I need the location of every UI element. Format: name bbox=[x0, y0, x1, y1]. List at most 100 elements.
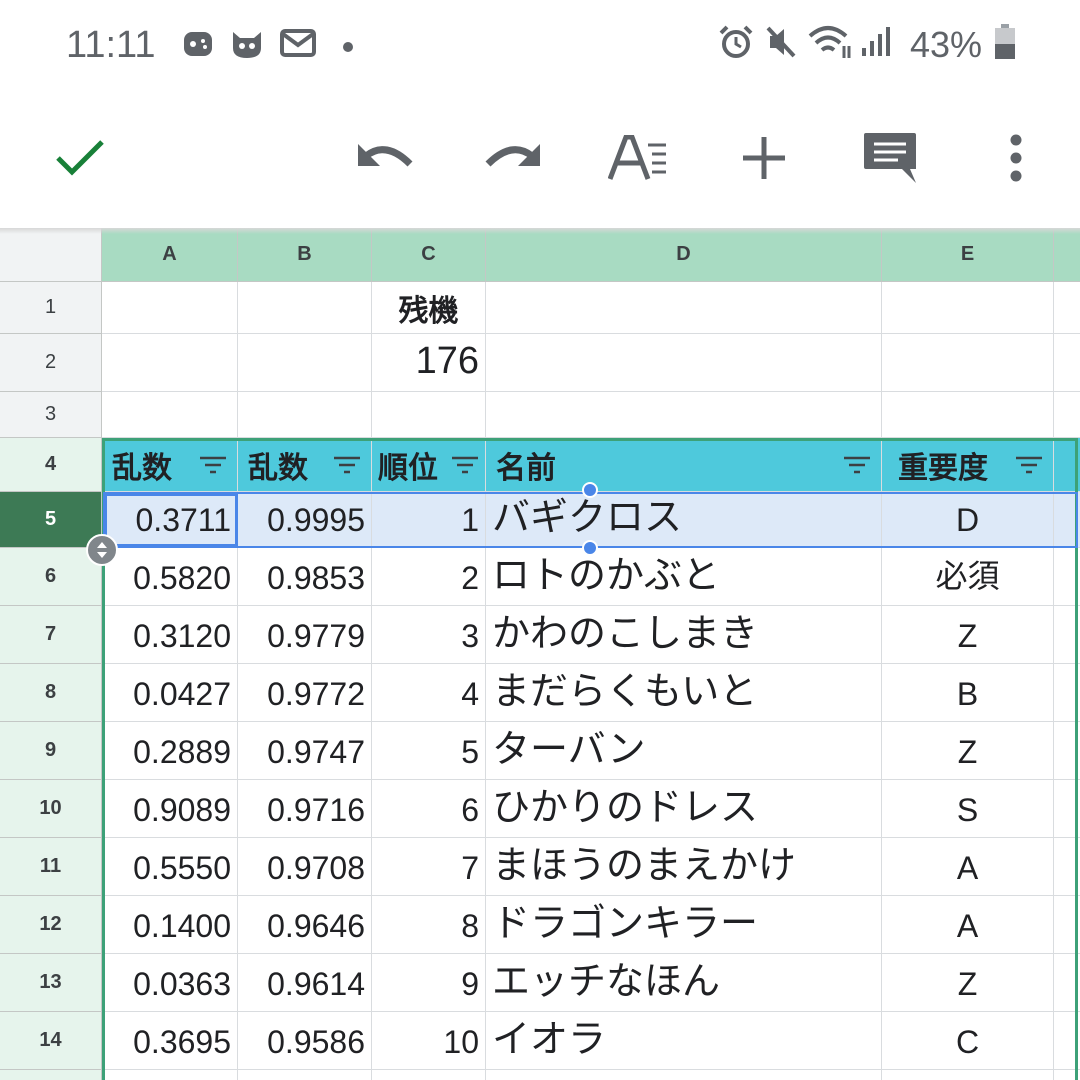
table-cell[interactable]: 9 bbox=[372, 954, 486, 1012]
table-header-cell[interactable]: 名前 bbox=[486, 438, 882, 492]
table-cell[interactable]: C bbox=[882, 1012, 1054, 1070]
table-cell[interactable]: 5 bbox=[372, 722, 486, 780]
cell-d3[interactable] bbox=[486, 392, 882, 438]
table-cell[interactable]: 0.9779 bbox=[238, 606, 372, 664]
table-cell-f[interactable] bbox=[1054, 606, 1080, 664]
cell-b2[interactable] bbox=[238, 334, 372, 392]
cell-f3[interactable] bbox=[1054, 392, 1080, 438]
table-cell-f[interactable] bbox=[1054, 664, 1080, 722]
insert-button[interactable] bbox=[724, 120, 804, 200]
table-cell[interactable]: 2 bbox=[372, 548, 486, 606]
table-cell-partial[interactable] bbox=[882, 1070, 1054, 1080]
cell-a3[interactable] bbox=[102, 392, 238, 438]
column-header-b[interactable]: B bbox=[238, 228, 372, 282]
table-header-cell[interactable]: 重要度 bbox=[882, 438, 1054, 492]
cell-e3[interactable] bbox=[882, 392, 1054, 438]
row-header[interactable]: 1 bbox=[0, 282, 102, 334]
table-cell[interactable]: バギクロス bbox=[486, 492, 882, 548]
cell-b1[interactable] bbox=[238, 282, 372, 334]
cell-c1[interactable]: 残機 bbox=[372, 282, 486, 334]
table-cell-partial[interactable] bbox=[372, 1070, 486, 1080]
table-cell-f[interactable] bbox=[1054, 954, 1080, 1012]
row-header-partial[interactable] bbox=[0, 1070, 102, 1080]
table-cell[interactable]: 1 bbox=[372, 492, 486, 548]
table-cell[interactable]: Z bbox=[882, 954, 1054, 1012]
filter-icon[interactable] bbox=[333, 456, 361, 474]
cell-c3[interactable] bbox=[372, 392, 486, 438]
table-cell[interactable]: かわのこしまき bbox=[486, 606, 882, 664]
table-cell[interactable]: 0.9995 bbox=[238, 492, 372, 548]
cell-e2[interactable] bbox=[882, 334, 1054, 392]
column-header-a[interactable]: A bbox=[102, 228, 238, 282]
table-cell[interactable]: ロトのかぶと bbox=[486, 548, 882, 606]
filter-icon[interactable] bbox=[1015, 456, 1043, 474]
table-cell[interactable]: まほうのまえかけ bbox=[486, 838, 882, 896]
table-cell[interactable]: 0.9708 bbox=[238, 838, 372, 896]
table-cell[interactable]: 0.0427 bbox=[102, 664, 238, 722]
table-header-cell[interactable]: 乱数 bbox=[238, 438, 372, 492]
cell-d1[interactable] bbox=[486, 282, 882, 334]
table-cell[interactable]: 10 bbox=[372, 1012, 486, 1070]
table-cell[interactable]: 3 bbox=[372, 606, 486, 664]
row-header[interactable]: 3 bbox=[0, 392, 102, 438]
row-header[interactable]: 7 bbox=[0, 606, 102, 664]
table-cell[interactable]: 0.1400 bbox=[102, 896, 238, 954]
format-button[interactable] bbox=[598, 120, 678, 200]
table-cell[interactable]: まだらくもいと bbox=[486, 664, 882, 722]
table-cell[interactable]: Z bbox=[882, 606, 1054, 664]
cell-a2[interactable] bbox=[102, 334, 238, 392]
table-cell-partial[interactable] bbox=[238, 1070, 372, 1080]
table-cell[interactable]: 0.9586 bbox=[238, 1012, 372, 1070]
table-cell-f[interactable] bbox=[1054, 838, 1080, 896]
row-header[interactable]: 13 bbox=[0, 954, 102, 1012]
table-cell-partial[interactable] bbox=[102, 1070, 238, 1080]
column-header-f[interactable] bbox=[1054, 228, 1080, 282]
undo-button[interactable] bbox=[346, 120, 426, 200]
table-cell[interactable]: 8 bbox=[372, 896, 486, 954]
table-cell[interactable]: 0.2889 bbox=[102, 722, 238, 780]
table-cell-partial[interactable] bbox=[1054, 1070, 1080, 1080]
table-cell[interactable]: 0.9614 bbox=[238, 954, 372, 1012]
table-cell[interactable]: 6 bbox=[372, 780, 486, 838]
column-header-d[interactable]: D bbox=[486, 228, 882, 282]
table-header-cell[interactable]: 乱数 bbox=[102, 438, 238, 492]
table-cell[interactable]: 必須 bbox=[882, 548, 1054, 606]
table-cell-f[interactable] bbox=[1054, 780, 1080, 838]
cell-b3[interactable] bbox=[238, 392, 372, 438]
row-header[interactable]: 14 bbox=[0, 1012, 102, 1070]
cell-d2[interactable] bbox=[486, 334, 882, 392]
table-cell-f[interactable] bbox=[1054, 722, 1080, 780]
filter-icon[interactable] bbox=[451, 456, 479, 474]
row-header[interactable]: 8 bbox=[0, 664, 102, 722]
table-cell[interactable]: ドラゴンキラー bbox=[486, 896, 882, 954]
row-header[interactable]: 9 bbox=[0, 722, 102, 780]
selection-handle-top[interactable] bbox=[582, 482, 598, 498]
table-cell[interactable]: ひかりのドレス bbox=[486, 780, 882, 838]
row-header[interactable]: 12 bbox=[0, 896, 102, 954]
table-cell[interactable]: Z bbox=[882, 722, 1054, 780]
column-header-e[interactable]: E bbox=[882, 228, 1054, 282]
table-cell[interactable]: 0.9853 bbox=[238, 548, 372, 606]
row-header-selected[interactable]: 5 bbox=[0, 492, 102, 548]
cell-f2[interactable] bbox=[1054, 334, 1080, 392]
table-cell-f[interactable] bbox=[1054, 1012, 1080, 1070]
table-cell[interactable]: 0.9646 bbox=[238, 896, 372, 954]
table-cell-f[interactable] bbox=[1054, 896, 1080, 954]
row-header[interactable]: 4 bbox=[0, 438, 102, 492]
table-cell[interactable]: 0.9089 bbox=[102, 780, 238, 838]
column-header-c[interactable]: C bbox=[372, 228, 486, 282]
table-cell[interactable]: エッチなほん bbox=[486, 954, 882, 1012]
table-cell[interactable]: S bbox=[882, 780, 1054, 838]
table-cell[interactable]: 4 bbox=[372, 664, 486, 722]
table-cell-f[interactable] bbox=[1054, 548, 1080, 606]
table-cell[interactable]: 7 bbox=[372, 838, 486, 896]
table-cell[interactable]: 0.5550 bbox=[102, 838, 238, 896]
table-cell[interactable]: A bbox=[882, 838, 1054, 896]
cell-a1[interactable] bbox=[102, 282, 238, 334]
row-header[interactable]: 2 bbox=[0, 334, 102, 392]
cell-f1[interactable] bbox=[1054, 282, 1080, 334]
table-cell[interactable]: 0.3711 bbox=[102, 492, 238, 548]
table-cell[interactable]: 0.9716 bbox=[238, 780, 372, 838]
table-cell[interactable]: 0.3120 bbox=[102, 606, 238, 664]
table-cell[interactable]: 0.9747 bbox=[238, 722, 372, 780]
